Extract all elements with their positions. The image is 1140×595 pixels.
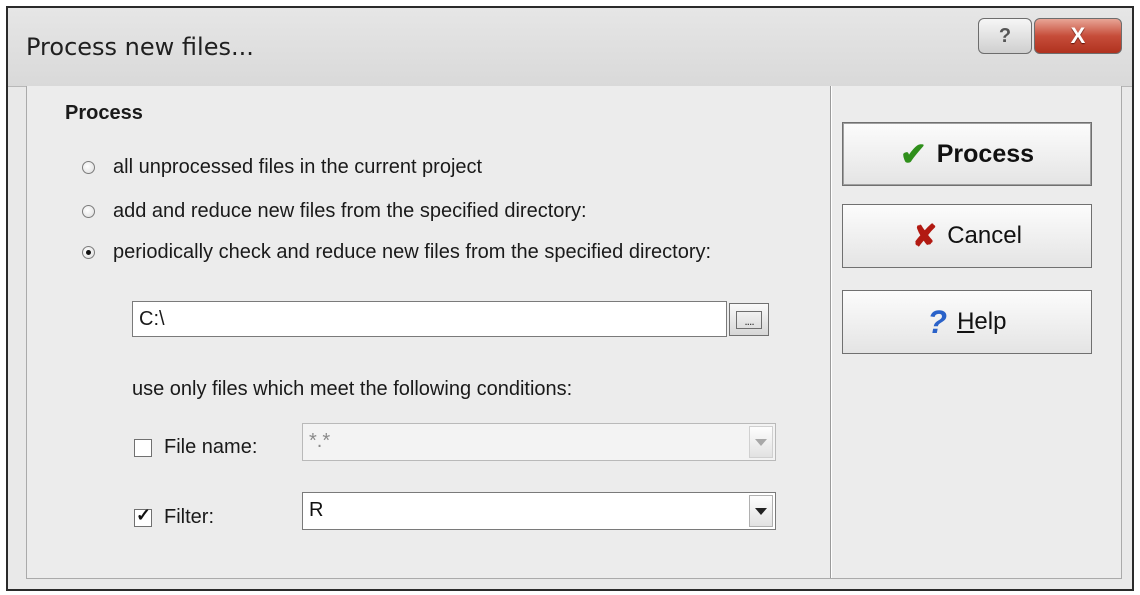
filter-combo[interactable]: R	[302, 492, 776, 530]
close-icon: X	[1070, 23, 1086, 48]
file-name-label: File name:	[164, 436, 258, 458]
radio-periodically-check[interactable]: periodically check and reduce new files …	[82, 241, 711, 264]
process-button[interactable]: ✔ Process	[842, 122, 1092, 186]
radio-add-and-reduce[interactable]: add and reduce new files from the specif…	[82, 200, 587, 223]
title-bar: Process new files... ? X	[8, 8, 1132, 87]
help-button[interactable]: ? Help	[842, 290, 1092, 354]
filter-value: R	[309, 499, 324, 521]
close-button[interactable]: X	[1034, 18, 1122, 54]
file-name-value: *.*	[309, 430, 331, 452]
x-icon: ✘	[912, 219, 938, 253]
titlebar-help-button[interactable]: ?	[978, 18, 1032, 54]
help-button-label: Help	[957, 308, 1007, 335]
chevron-down-icon	[749, 426, 773, 458]
radio-label: all unprocessed files in the current pro…	[113, 156, 483, 178]
radio-button[interactable]	[82, 205, 95, 218]
radio-label: add and reduce new files from the specif…	[113, 200, 587, 222]
filter-label: Filter:	[164, 506, 214, 528]
filter-checkbox[interactable]	[134, 505, 152, 527]
process-panel: Process all unprocessed files in the cur…	[27, 86, 831, 578]
dialog-content: Process all unprocessed files in the cur…	[26, 86, 1122, 579]
process-button-label: Process	[936, 139, 1035, 168]
question-mark-icon: ?	[998, 24, 1012, 47]
dialog-window: Process new files... ? X Process all unp…	[6, 6, 1134, 591]
checkmark-icon: ✔	[899, 136, 927, 172]
file-name-checkbox[interactable]	[134, 438, 152, 457]
radio-button-selected[interactable]	[82, 246, 95, 259]
radio-label: periodically check and reduce new files …	[113, 241, 712, 263]
browse-icon: ....	[736, 310, 762, 329]
radio-button[interactable]	[82, 161, 95, 174]
question-icon: ?	[927, 303, 948, 340]
cancel-button[interactable]: ✘ Cancel	[842, 204, 1092, 268]
radio-all-unprocessed[interactable]: all unprocessed files in the current pro…	[82, 156, 482, 179]
filter-option[interactable]: Filter:	[134, 505, 214, 529]
window-title: Process new files...	[26, 33, 254, 61]
cancel-button-label: Cancel	[947, 222, 1022, 249]
browse-button[interactable]: ....	[729, 303, 769, 336]
directory-input[interactable]: C:\	[132, 301, 727, 337]
file-name-combo: *.*	[302, 423, 776, 461]
conditions-label: use only files which meet the following …	[132, 378, 573, 400]
chevron-down-icon[interactable]	[749, 495, 773, 527]
process-section-label: Process	[65, 102, 143, 124]
file-name-option[interactable]: File name:	[134, 436, 257, 459]
